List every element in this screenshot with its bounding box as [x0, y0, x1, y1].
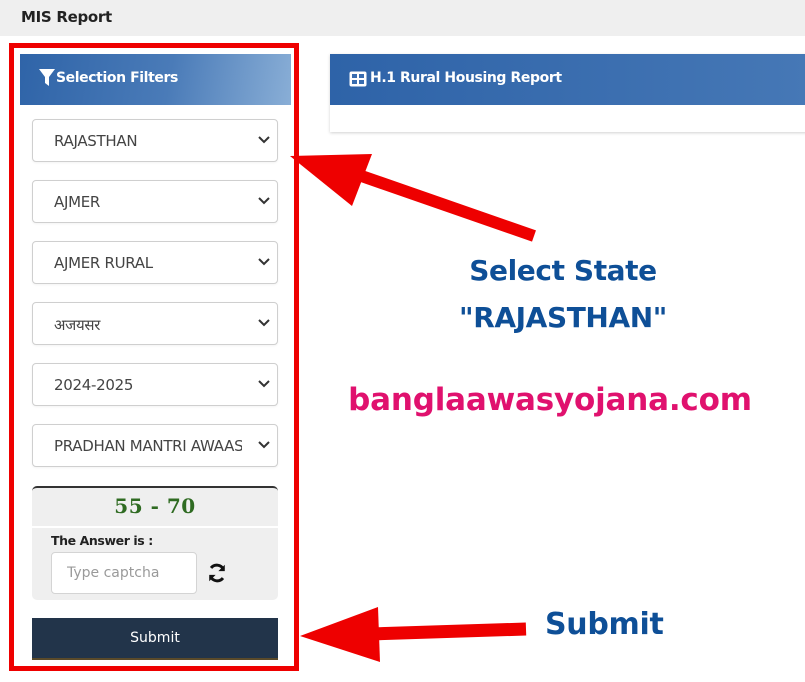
district-select[interactable]: AJMER — [32, 180, 278, 223]
captcha-input[interactable] — [51, 552, 197, 594]
chevron-down-icon — [258, 441, 270, 449]
selection-filters-panel: Selection Filters RAJASTHAN AJMER AJMER … — [20, 54, 291, 666]
state-select-value: RAJASTHAN — [54, 132, 138, 150]
chevron-down-icon — [258, 258, 270, 266]
table-icon — [349, 71, 367, 87]
captcha-answer-label: The Answer is : — [51, 533, 153, 548]
gram-panchayat-select[interactable]: अजयसर — [32, 302, 278, 345]
captcha-code: 55 - 70 — [114, 494, 196, 518]
chevron-down-icon — [258, 136, 270, 144]
selection-filters-title: Selection Filters — [56, 70, 178, 86]
selection-filters-header: Selection Filters — [20, 54, 291, 105]
website-watermark: banglaawasyojana.com — [348, 382, 752, 418]
captcha-box: 55 - 70 The Answer is : — [32, 486, 278, 600]
refresh-icon[interactable] — [206, 562, 228, 584]
state-select[interactable]: RAJASTHAN — [32, 119, 278, 162]
financial-year-select[interactable]: 2024-2025 — [32, 363, 278, 406]
scheme-select[interactable]: PRADHAN MANTRI AWAAS YOJANA — [32, 424, 278, 467]
select-state-hint-line1: Select State — [469, 254, 657, 287]
submit-hint: Submit — [545, 607, 664, 642]
select-state-hint: Select State "RAJASTHAN" — [430, 247, 696, 341]
financial-year-select-value: 2024-2025 — [54, 376, 134, 394]
report-header: H.1 Rural Housing Report — [330, 54, 805, 105]
submit-button[interactable]: Submit — [32, 618, 278, 660]
page-title: MIS Report — [21, 8, 112, 26]
select-state-hint-line2: "RAJASTHAN" — [459, 301, 667, 334]
rural-housing-report-card: H.1 Rural Housing Report — [330, 54, 805, 132]
report-title: H.1 Rural Housing Report — [370, 70, 562, 86]
captcha-divider — [32, 526, 278, 528]
arrow-to-state-select — [290, 154, 536, 242]
chevron-down-icon — [258, 197, 270, 205]
chevron-down-icon — [258, 380, 270, 388]
scheme-select-value: PRADHAN MANTRI AWAAS YOJANA — [54, 437, 242, 455]
gram-panchayat-select-value: अजयसर — [54, 316, 101, 334]
district-select-value: AJMER — [54, 193, 101, 211]
filter-icon — [39, 69, 55, 86]
top-bar: MIS Report — [0, 0, 805, 36]
block-select-value: AJMER RURAL — [54, 254, 153, 272]
block-select[interactable]: AJMER RURAL — [32, 241, 278, 284]
arrow-to-submit-button — [300, 607, 527, 662]
chevron-down-icon — [258, 319, 270, 327]
